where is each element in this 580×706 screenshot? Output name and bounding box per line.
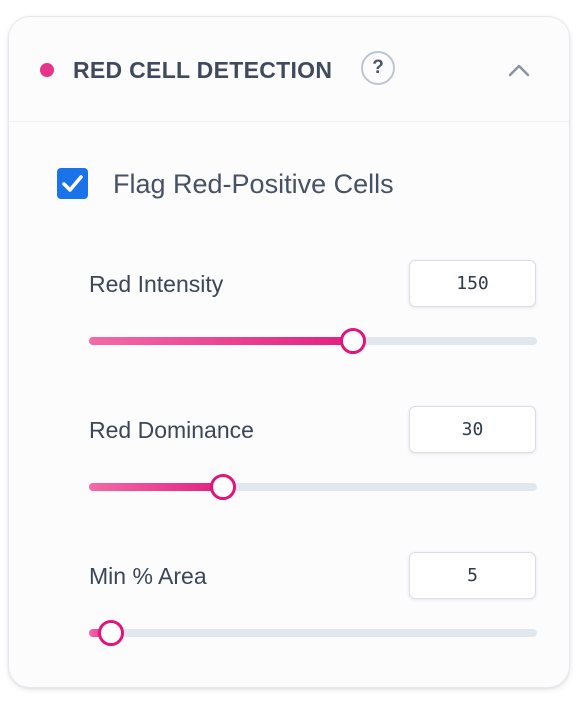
red-dominance-slider[interactable] [89,474,537,500]
min-area-slider-thumb[interactable] [98,620,125,646]
red-intensity-slider-fill [89,337,354,345]
red-intensity-slider[interactable] [89,328,537,354]
status-dot-icon [40,63,54,77]
red-dominance-slider-thumb[interactable] [210,474,237,500]
min-area-label: Min % Area [89,563,207,589]
red-intensity-slider-thumb[interactable] [340,328,367,354]
flag-red-positive-label[interactable]: Flag Red-Positive Cells [113,167,394,201]
panel-title: RED CELL DETECTION [73,57,333,83]
red-cell-detection-panel: RED CELL DETECTION ? Flag Red-Positive C… [8,16,570,688]
flag-red-positive-checkbox[interactable] [57,168,88,199]
help-button[interactable]: ? [361,51,395,85]
min-area-input[interactable]: 5 [409,552,536,599]
panel-header[interactable]: RED CELL DETECTION ? [9,17,569,122]
red-dominance-input[interactable]: 30 [409,406,536,453]
red-dominance-slider-fill [89,483,224,491]
red-dominance-label: Red Dominance [89,417,254,443]
min-area-slider[interactable] [89,620,537,646]
chevron-up-icon[interactable] [506,57,532,83]
red-intensity-label: Red Intensity [89,271,224,297]
checkmark-icon [62,175,83,192]
red-intensity-input[interactable]: 150 [409,260,536,307]
